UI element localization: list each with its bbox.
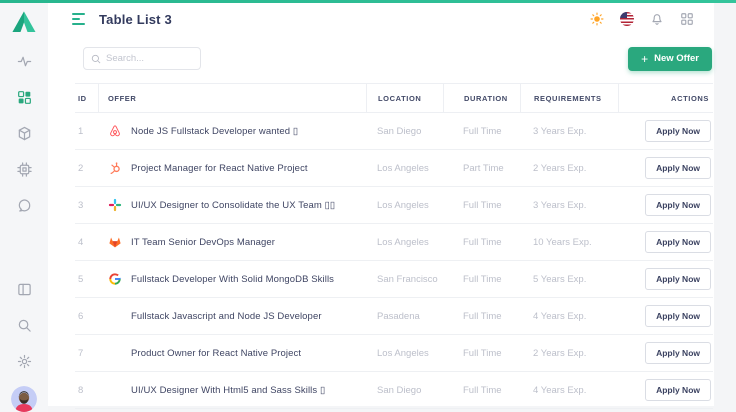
row-id: 1	[75, 126, 98, 137]
bell-icon[interactable]	[649, 12, 664, 27]
row-location: Los Angeles	[366, 237, 443, 248]
offer-title[interactable]: Product Owner for React Native Project	[131, 348, 301, 359]
hubspot-icon	[107, 161, 122, 176]
table-row: 2 Project Manager for React Native Proje…	[75, 150, 713, 187]
col-id[interactable]: ID	[75, 84, 98, 112]
search-icon	[91, 54, 101, 64]
layout-panel-icon[interactable]	[16, 281, 32, 297]
airbnb-icon	[107, 124, 122, 139]
company-icon	[107, 346, 122, 361]
col-location[interactable]: LOCATION	[366, 84, 443, 112]
row-requirements: 4 Years Exp.	[520, 385, 618, 396]
offer-title[interactable]: Project Manager for React Native Project	[131, 163, 308, 174]
row-location: San Diego	[366, 385, 443, 396]
slack-icon	[107, 198, 122, 213]
search-icon[interactable]	[16, 317, 32, 333]
table-row: 5 Fullstack Developer With Solid MongoDB…	[75, 261, 713, 298]
company-icon	[107, 383, 122, 398]
apps-grid-icon[interactable]	[679, 12, 694, 27]
row-location: Los Angeles	[366, 163, 443, 174]
row-duration: Full Time	[443, 126, 520, 137]
user-avatar[interactable]	[11, 386, 37, 412]
row-duration: Full Time	[443, 274, 520, 285]
table-row: 3 UI/UX Designer to Consolidate the UX T…	[75, 187, 713, 224]
top-accent-strip	[0, 0, 736, 3]
apply-now-button[interactable]: Apply Now	[645, 268, 711, 290]
row-duration: Full Time	[443, 385, 520, 396]
row-id: 4	[75, 237, 98, 248]
page-title: Table List 3	[99, 12, 172, 27]
offer-title[interactable]: Fullstack Javascript and Node JS Develop…	[131, 311, 322, 322]
row-location: Pasadena	[366, 311, 443, 322]
apply-now-button[interactable]: Apply Now	[645, 120, 711, 142]
row-requirements: 2 Years Exp.	[520, 163, 618, 174]
google-icon	[107, 272, 122, 287]
offer-title[interactable]: UI/UX Designer to Consolidate the UX Tea…	[131, 200, 335, 211]
gitlab-icon	[107, 235, 122, 250]
cpu-icon[interactable]	[16, 162, 32, 178]
apply-now-button[interactable]: Apply Now	[645, 305, 711, 327]
row-duration: Part Time	[443, 163, 520, 174]
table-header: ID OFFER LOCATION DURATION REQUIREMENTS …	[75, 83, 713, 113]
col-actions: ACTIONS	[618, 84, 713, 112]
activity-icon[interactable]	[16, 54, 32, 70]
sun-icon[interactable]	[589, 12, 604, 27]
packages-cube-icon[interactable]	[16, 126, 32, 142]
offer-title[interactable]: Fullstack Developer With Solid MongoDB S…	[131, 274, 334, 285]
row-requirements: 3 Years Exp.	[520, 126, 618, 137]
table-row: 7 Product Owner for React Native Project…	[75, 335, 713, 372]
col-offer[interactable]: OFFER	[98, 84, 366, 112]
row-requirements: 4 Years Exp.	[520, 311, 618, 322]
row-id: 7	[75, 348, 98, 359]
table-body: 1 Node JS Fullstack Developer wanted ▯ S…	[75, 113, 713, 409]
table-row: 4 IT Team Senior DevOps Manager Los Ange…	[75, 224, 713, 261]
offer-title[interactable]: IT Team Senior DevOps Manager	[131, 237, 275, 248]
row-id: 8	[75, 385, 98, 396]
row-duration: Full Time	[443, 200, 520, 211]
table-row: 6 Fullstack Javascript and Node JS Devel…	[75, 298, 713, 335]
us-flag-icon[interactable]	[619, 12, 634, 27]
row-location: San Francisco	[366, 274, 443, 285]
row-duration: Full Time	[443, 237, 520, 248]
settings-gear-icon[interactable]	[16, 353, 32, 369]
row-requirements: 10 Years Exp.	[520, 237, 618, 248]
search-box[interactable]	[83, 47, 201, 70]
new-offer-button[interactable]: + New Offer	[628, 47, 712, 71]
apply-now-button[interactable]: Apply Now	[645, 342, 711, 364]
offers-table: ID OFFER LOCATION DURATION REQUIREMENTS …	[75, 83, 713, 409]
row-requirements: 5 Years Exp.	[520, 274, 618, 285]
row-requirements: 2 Years Exp.	[520, 348, 618, 359]
toolbar: + New Offer	[48, 33, 714, 80]
plus-icon: +	[641, 53, 648, 65]
offer-title[interactable]: Node JS Fullstack Developer wanted ▯	[131, 126, 298, 137]
apply-now-button[interactable]: Apply Now	[645, 379, 711, 401]
row-requirements: 3 Years Exp.	[520, 200, 618, 211]
row-id: 6	[75, 311, 98, 322]
chat-bubble-icon[interactable]	[16, 198, 32, 214]
table-row: 1 Node JS Fullstack Developer wanted ▯ S…	[75, 113, 713, 150]
row-location: San Diego	[366, 126, 443, 137]
menu-toggle-icon[interactable]	[72, 13, 86, 25]
col-duration[interactable]: DURATION	[443, 84, 520, 112]
apply-now-button[interactable]: Apply Now	[645, 194, 711, 216]
row-duration: Full Time	[443, 311, 520, 322]
sidebar	[0, 3, 48, 412]
row-location: Los Angeles	[366, 348, 443, 359]
main-panel: Table List 3 + New Offer ID	[48, 3, 714, 406]
apply-now-button[interactable]: Apply Now	[645, 157, 711, 179]
offer-title[interactable]: UI/UX Designer With Html5 and Sass Skill…	[131, 385, 325, 396]
row-id: 3	[75, 200, 98, 211]
row-location: Los Angeles	[366, 200, 443, 211]
company-icon	[107, 309, 122, 324]
col-requirements[interactable]: REQUIREMENTS	[520, 84, 618, 112]
table-row: 8 UI/UX Designer With Html5 and Sass Ski…	[75, 372, 713, 409]
dashboard-grid-icon[interactable]	[16, 90, 32, 106]
row-duration: Full Time	[443, 348, 520, 359]
apply-now-button[interactable]: Apply Now	[645, 231, 711, 253]
page-header: Table List 3	[48, 3, 714, 33]
search-input[interactable]	[106, 53, 193, 64]
row-id: 5	[75, 274, 98, 285]
app-logo[interactable]	[11, 10, 37, 34]
row-id: 2	[75, 163, 98, 174]
